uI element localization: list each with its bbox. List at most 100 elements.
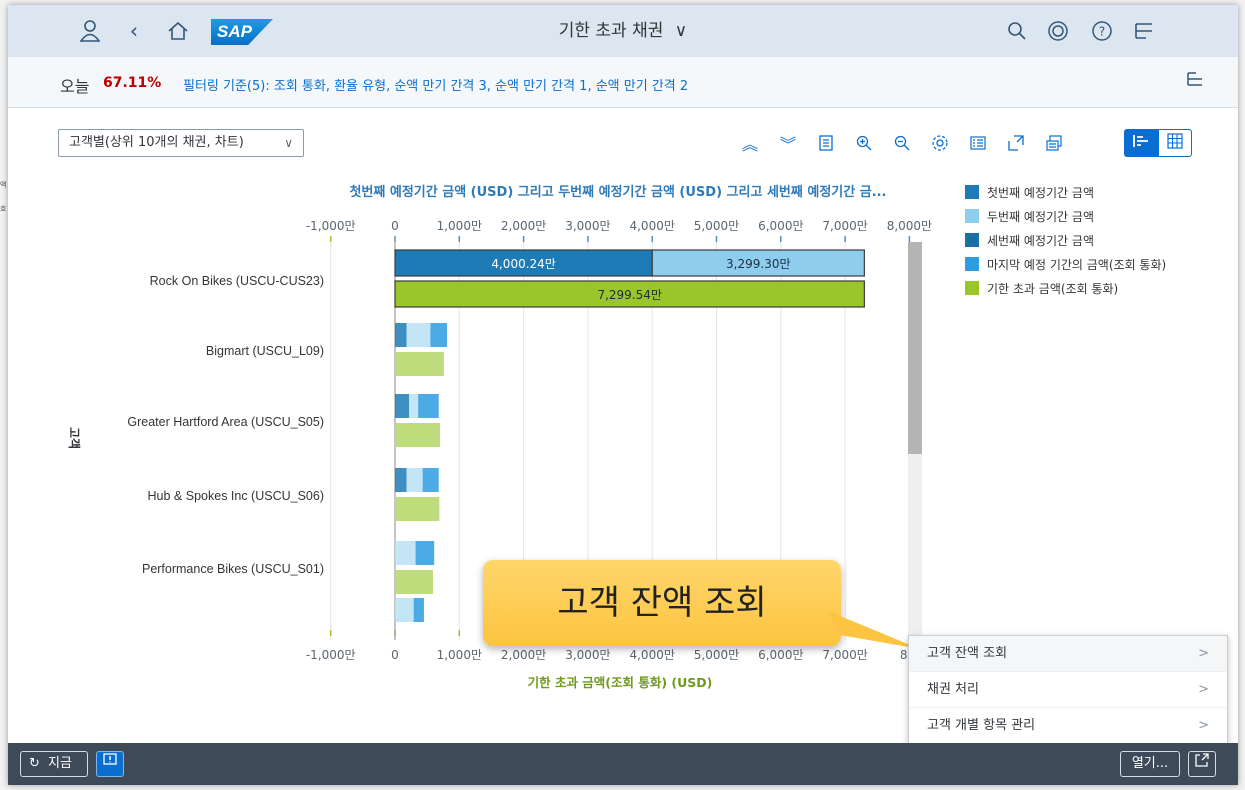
zoom-out-icon[interactable] [890,131,914,155]
menu-item-label: 고객 잔액 조회 [927,646,1008,661]
expand-all-icon[interactable]: ︾ [776,131,800,155]
shell-bar: ‹ SAP 기한 초과 채권 ∨ ? [8,5,1238,57]
menu-item-process-receivables[interactable]: 채권 처리 > [909,672,1227,708]
open-in-button[interactable]: 열기... [1120,751,1180,777]
bar-segment [395,541,416,565]
legend-icon[interactable] [966,131,990,155]
app-window: ‹ SAP 기한 초과 채권 ∨ ? 오늘 67.11% 필터링 기준(5): … [8,5,1238,785]
x-tick-label: 2,000만 [501,648,546,662]
chevron-down-icon[interactable]: ∨ [675,21,687,41]
chevron-right-icon: > [1198,646,1209,661]
x-tick-label: 4,000만 [629,648,674,662]
feedback-icon [103,753,117,771]
chart-scrollbar-thumb[interactable] [908,242,922,454]
today-label: 오늘 [60,77,90,96]
bar-segment [406,323,431,347]
data-label: 4,000.24만 [491,257,555,271]
category-label: Performance Bikes (USCU_S01) [142,562,324,576]
bar-segment [413,598,424,622]
legend-swatch [965,185,979,199]
y-axis-title: 고객 [67,427,81,449]
x-tick-label: 7,000만 [822,219,867,233]
zoom-in-icon[interactable] [852,131,876,155]
details-icon[interactable] [814,131,838,155]
feedback-button[interactable] [96,751,124,777]
filter-summary[interactable]: 필터링 기준(5): 조회 통화, 환율 유형, 순액 만기 간격 3, 순액 … [183,75,688,94]
category-label: Greater Hartford Area (USCU_S05) [127,415,324,429]
x-tick-label: -1,000만 [306,219,356,233]
x-tick-label: 0 [391,219,399,233]
x-tick-label: 5,000만 [694,648,739,662]
notifications-menu-icon[interactable] [1130,17,1158,45]
data-label: 3,299.30만 [726,257,790,271]
home-icon[interactable] [164,17,192,45]
bar-segment [395,394,410,418]
app-title-text[interactable]: 기한 초과 채권 [559,21,664,41]
view-variant-select[interactable]: 고객별(상위 10개의 채권, 차트) ∨ [58,129,304,157]
x-tick-label: 1,000만 [437,219,482,233]
expand-header-icon[interactable] [1186,71,1204,92]
bar-chart-icon [1133,134,1149,152]
bar-total [395,352,444,376]
copilot-icon[interactable] [1044,17,1072,45]
menu-item-manage-line-items[interactable]: 고객 개별 항목 관리 > [909,708,1227,744]
x-tick-label: 6,000만 [758,219,803,233]
bar-segment [406,468,423,492]
legend-swatch [965,209,979,223]
table-icon [1167,133,1183,153]
chevron-down-icon: ∨ [284,136,293,150]
bar-segment [422,468,439,492]
open-in-pointer [1142,735,1158,743]
header-info-bar: 오늘 67.11% 필터링 기준(5): 조회 통화, 환율 유형, 순액 만기… [8,57,1238,108]
menu-item-label: 채권 처리 [927,682,979,697]
fullscreen-icon[interactable] [1004,131,1028,155]
x-tick-label: -1,000만 [306,648,356,662]
sap-logo[interactable]: SAP [211,19,273,45]
bar-segment [395,468,407,492]
legend-swatch [965,233,979,247]
back-icon[interactable]: ‹ [120,17,148,45]
top-axis-ticks: -1,000만 0 1,000만 2,000만 3,000만 4,000만 5,000만 6,… [306,219,932,233]
x-tick-label: 6,000만 [758,648,803,662]
bottom-axis-ticks: -1,000만 0 1,000만 2,000만 3,000만 4,000만 5,000만 6,… [306,648,919,662]
search-icon[interactable] [1003,17,1031,45]
share-button[interactable] [1188,751,1216,777]
export-icon[interactable] [1042,131,1066,155]
callout-banner: 고객 잔액 조회 [483,560,841,646]
share-icon [1195,753,1209,771]
chart-view-toggle[interactable] [1124,129,1158,157]
menu-item-customer-balance[interactable]: 고객 잔액 조회 > [909,636,1227,672]
category-label: Hub & Spokes Inc (USCU_S06) [148,489,324,503]
svg-text:?: ? [1099,25,1105,39]
collapse-all-icon[interactable]: ︽ [738,131,762,155]
bar-segment [395,323,407,347]
x-tick-label: 5,000만 [694,219,739,233]
user-icon[interactable] [76,17,104,45]
category-label: Bigmart (USCU_L09) [206,344,324,358]
bar-segment [430,323,448,347]
legend-label: 세번째 예정기간 금액 [987,234,1094,248]
legend-label: 첫번째 예정기간 금액 [987,186,1094,200]
bar-segment [415,541,435,565]
bar-total [395,497,440,521]
menu-item-label: 고객 개별 항목 관리 [927,718,1036,733]
bar-segment [395,598,414,622]
legend-label: 기한 초과 금액(조회 통화) [987,282,1118,296]
table-view-toggle[interactable] [1158,129,1192,157]
refresh-button[interactable]: ↻ 지금 [20,751,88,777]
settings-gear-icon[interactable] [928,131,952,155]
bar-total [395,423,441,447]
category-axis-labels: Rock On Bikes (USCU-CUS23) Bigmart (USCU_… [127,274,324,576]
view-variant-label: 고객별(상위 10개의 채권, 차트) [69,135,244,150]
chart-toolbar: 고객별(상위 10개의 채권, 차트) ∨ ︽ ︾ [8,123,1238,163]
footer-toolbar: ↻ 지금 열기... [8,735,1238,785]
open-in-menu: 고객 잔액 조회 > 채권 처리 > 고객 개별 항목 관리 > [908,635,1228,745]
legend-label: 마지막 예정 기간의 금액(조회 통화) [987,258,1166,272]
legend-label: 두번째 예정기간 금액 [987,210,1094,224]
help-icon[interactable]: ? [1088,17,1116,45]
legend-swatch [965,281,979,295]
x-tick-label: 4,000만 [629,219,674,233]
refresh-icon: ↻ [29,756,40,771]
x-tick-label: 0 [391,648,399,662]
category-label: Rock On Bikes (USCU-CUS23) [150,274,324,288]
